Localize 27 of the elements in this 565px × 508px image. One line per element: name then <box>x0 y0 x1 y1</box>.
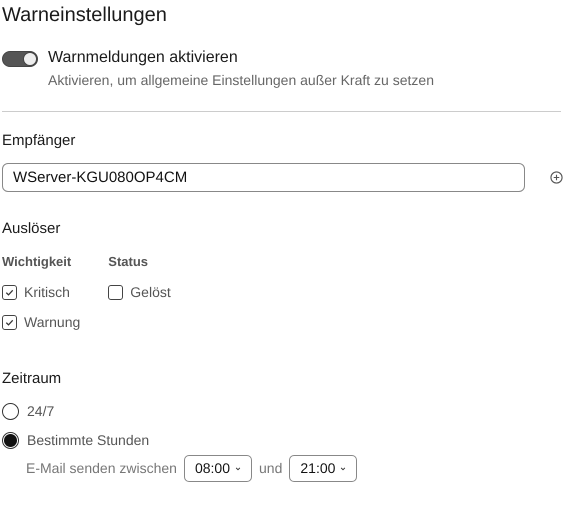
caret-icon <box>235 466 242 472</box>
checkbox[interactable] <box>2 314 17 330</box>
checkbox[interactable] <box>108 284 124 300</box>
checkbox[interactable] <box>2 284 17 300</box>
time-range-label: E-Mail senden zwischen <box>26 459 177 478</box>
toggle-description: Aktivieren, um allgemeine Einstellungen außer Kraft zu setzen <box>48 71 434 90</box>
toggle-switch[interactable] <box>2 51 38 67</box>
checkbox-label: Gelöst <box>130 283 171 301</box>
add-icon[interactable] <box>550 171 563 184</box>
group-heading: Status <box>108 253 150 271</box>
checkbox-label: Warnung <box>24 313 80 331</box>
caret-icon <box>340 466 346 472</box>
joiner-label: und <box>259 459 282 478</box>
time-dropdown[interactable]: 08:00 <box>184 455 252 482</box>
recipient-field[interactable]: WServer-KGU080OP4CM <box>2 163 525 192</box>
section-heading: Empfänger <box>2 131 76 151</box>
group-heading: Wichtigkeit <box>2 253 72 271</box>
radio-button[interactable] <box>2 402 19 420</box>
radio-label: Bestimmte Stunden <box>27 431 150 449</box>
checkbox-label: Kritisch <box>24 283 70 301</box>
toggle-label: Warnmeldungen aktivieren <box>48 48 239 68</box>
page-title: Warneinstellungen <box>2 3 168 28</box>
section-heading: Zeitraum <box>2 369 62 389</box>
time-dropdown[interactable]: 21:00 <box>289 455 358 482</box>
section-heading: Auslöser <box>2 219 62 239</box>
radio-label: 24/7 <box>27 402 54 420</box>
radio-button[interactable] <box>2 432 19 448</box>
